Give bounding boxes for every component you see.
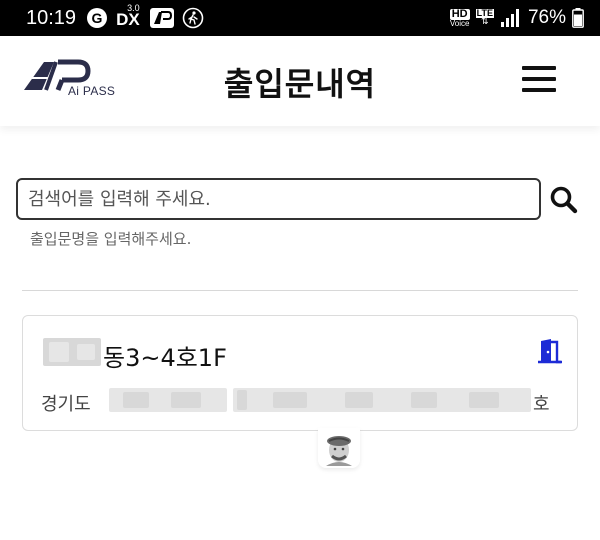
svg-text:G: G — [92, 10, 103, 26]
divider — [22, 290, 578, 291]
dx-label: DX — [116, 10, 140, 29]
hd-label: HD — [449, 7, 470, 20]
door-icon — [538, 339, 562, 364]
menu-bar — [522, 66, 556, 70]
status-bar: 10:19 G 3.0 DX HD Voice LTE ⇅ 76% — [0, 0, 600, 36]
search-icon[interactable] — [548, 184, 580, 216]
status-time: 10:19 — [26, 6, 77, 29]
battery-percent: 76% — [527, 7, 566, 28]
address-prefix: 경기도 — [41, 394, 91, 415]
dx-icon: 3.0 DX — [116, 3, 142, 30]
door-entry-card[interactable]: 동3~4호1F 경기도 호 — [22, 315, 578, 431]
status-bar-left: 10:19 G 3.0 DX — [26, 3, 204, 30]
search-hint: 출입문명을 입력해주세요. — [30, 230, 192, 248]
voice-label: Voice — [449, 18, 470, 28]
redacted-address-detail — [233, 388, 531, 412]
lte-icon: LTE ⇅ — [475, 9, 494, 27]
ap-icon — [150, 8, 175, 28]
hd-voice-icon: HD Voice — [449, 7, 470, 28]
redacted-address — [109, 388, 227, 412]
walk-icon — [182, 7, 204, 29]
app-header: Ai PASS 출입문내역 — [0, 36, 600, 126]
redacted-building-name — [43, 338, 101, 366]
data-arrows-icon: ⇅ — [481, 17, 489, 27]
door-entry-title: 동3~4호1F — [103, 344, 227, 372]
avatar[interactable] — [318, 428, 360, 468]
address-suffix: 호 — [533, 394, 550, 415]
battery-icon — [572, 8, 584, 28]
signal-icon — [500, 9, 520, 27]
status-bar-right: HD Voice LTE ⇅ 76% — [449, 7, 584, 29]
menu-bar — [522, 88, 556, 92]
hamburger-menu-icon[interactable] — [522, 66, 556, 94]
menu-bar — [522, 77, 556, 81]
page-title: 출입문내역 — [223, 65, 377, 103]
search-input[interactable] — [16, 178, 541, 220]
g-icon: G — [86, 7, 108, 29]
